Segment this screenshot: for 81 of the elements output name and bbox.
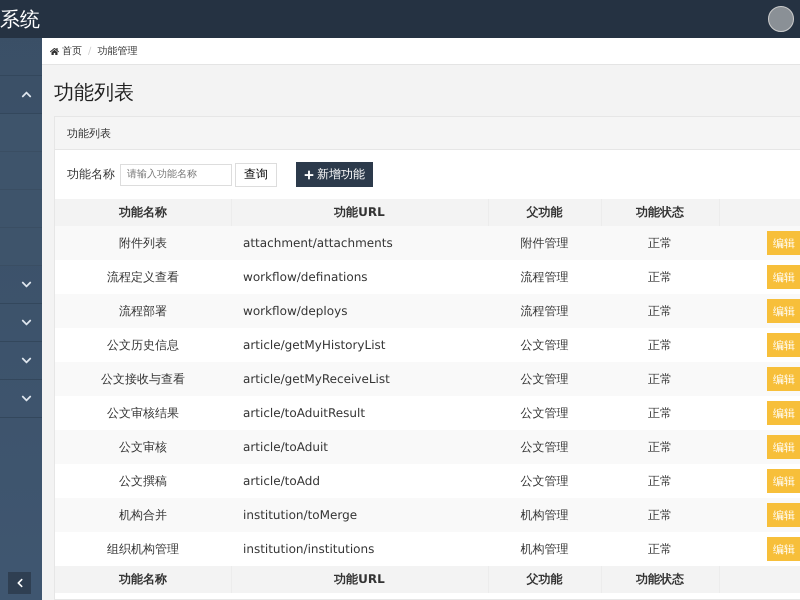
column-header: 父功能	[488, 199, 601, 226]
table-cell: 公文历史信息	[55, 328, 231, 362]
table-cell: 公文管理	[488, 362, 601, 396]
table-cell: 公文撰稿	[55, 464, 231, 498]
table-cell: 公文审核结果	[55, 396, 231, 430]
chevron-down-icon	[21, 355, 32, 366]
edit-button[interactable]: 编辑	[767, 469, 800, 493]
page-title: 功能列表	[54, 79, 135, 106]
submenu-item[interactable]	[0, 114, 42, 152]
column-header: 父功能	[488, 566, 601, 593]
home-icon	[50, 46, 59, 56]
column-header: 功能URL	[231, 199, 488, 226]
collapse-button[interactable]	[8, 572, 31, 594]
table-cell: 机构管理	[488, 498, 601, 532]
table-cell: 公文管理	[488, 464, 601, 498]
edit-button[interactable]: 编辑	[767, 265, 800, 289]
table-cell: 公文管理	[488, 430, 601, 464]
table-cell: 附件管理	[488, 226, 601, 260]
chevron-down-icon	[21, 393, 32, 404]
edit-button[interactable]: 编辑	[767, 537, 800, 561]
panel-title: 功能列表	[55, 117, 800, 150]
table-cell: 公文管理	[488, 328, 601, 362]
edit-button[interactable]: 编辑	[767, 367, 800, 391]
chevron-down-icon	[21, 279, 32, 290]
column-header: 功能URL	[231, 566, 488, 593]
column-header: 功能状态	[601, 566, 719, 593]
edit-button[interactable]: 编辑	[767, 333, 800, 357]
chevron-down-icon	[21, 317, 32, 328]
table-cell: 组织机构管理	[55, 532, 231, 566]
table-cell: 正常	[601, 362, 719, 396]
table-cell: 正常	[601, 498, 719, 532]
table-cell: 正常	[601, 430, 719, 464]
edit-button[interactable]: 编辑	[767, 401, 800, 425]
table-cell: article/toAduitResult	[231, 396, 488, 430]
table-cell: 机构合并	[55, 498, 231, 532]
edit-button[interactable]: 编辑	[767, 435, 800, 459]
table-cell: 正常	[601, 464, 719, 498]
table-cell: 正常	[601, 260, 719, 294]
breadcrumb-link[interactable]: 首页	[50, 44, 82, 58]
breadcrumb-link[interactable]: 功能管理	[97, 44, 138, 58]
table-cell: 正常	[601, 396, 719, 430]
column-header: 功能名称	[55, 566, 231, 593]
edit-button[interactable]: 编辑	[767, 231, 800, 255]
search-field[interactable]: 请输入功能名称	[120, 164, 232, 186]
add-button[interactable]: 新增功能	[296, 162, 373, 187]
table-cell: 流程部署	[55, 294, 231, 328]
table-cell: article/getMyHistoryList	[231, 328, 488, 362]
table-cell: article/getMyReceiveList	[231, 362, 488, 396]
table-cell: 正常	[601, 294, 719, 328]
table-cell: 流程管理	[488, 260, 601, 294]
table-cell: 正常	[601, 532, 719, 566]
breadcrumb-separator: /	[88, 46, 92, 56]
table-cell: institution/toMerge	[231, 498, 488, 532]
submenu-item[interactable]	[0, 152, 42, 190]
table-cell: article/toAdd	[231, 464, 488, 498]
table-cell: attachment/attachments	[231, 226, 488, 260]
table-cell: 机构管理	[488, 532, 601, 566]
search-label: 功能名称	[67, 166, 115, 183]
column-header: 功能名称	[55, 199, 231, 226]
table-cell: workflow/deploys	[231, 294, 488, 328]
avatar[interactable]	[768, 6, 794, 32]
table-cell: 公文管理	[488, 396, 601, 430]
table-cell: 公文审核	[55, 430, 231, 464]
table-cell: 公文接收与查看	[55, 362, 231, 396]
query-button[interactable]: 查询	[235, 162, 277, 186]
table-cell: institution/institutions	[231, 532, 488, 566]
table-cell: 正常	[601, 328, 719, 362]
edit-button[interactable]: 编辑	[767, 299, 800, 323]
chevron-left-icon	[14, 578, 24, 588]
app-title: 系统	[0, 6, 40, 32]
edit-button[interactable]: 编辑	[767, 503, 800, 527]
table-cell: 流程定义查看	[55, 260, 231, 294]
plus-icon	[304, 170, 314, 180]
table-cell: 流程管理	[488, 294, 601, 328]
table-cell: 正常	[601, 226, 719, 260]
table-cell: 附件列表	[55, 226, 231, 260]
submenu-item[interactable]	[0, 190, 42, 228]
table-cell: article/toAduit	[231, 430, 488, 464]
column-header: 功能状态	[601, 199, 719, 226]
chevron-up-icon	[21, 89, 32, 100]
table-cell: workflow/definations	[231, 260, 488, 294]
